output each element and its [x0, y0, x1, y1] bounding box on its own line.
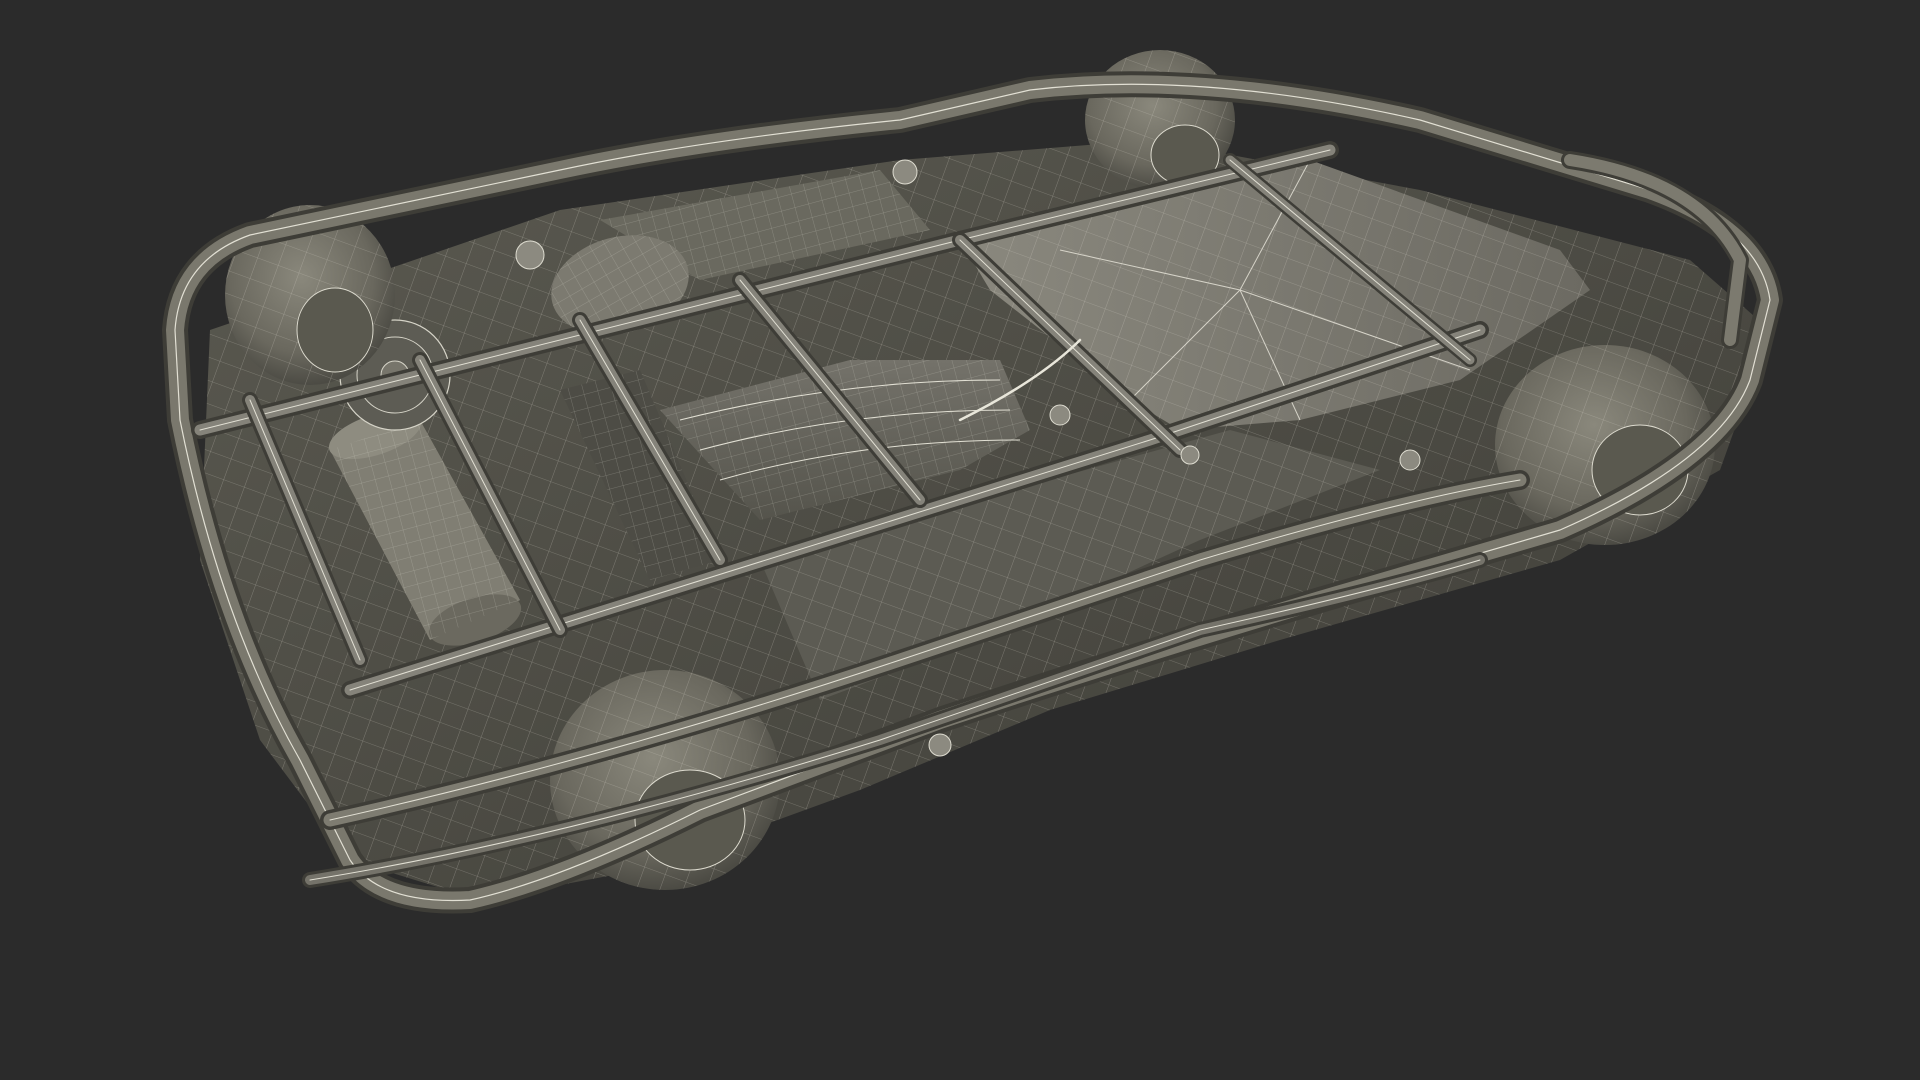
go-kart-wireframe-render: [162, 50, 1783, 914]
front-left-tire: [1085, 50, 1235, 190]
render-viewport: [0, 0, 1920, 1080]
